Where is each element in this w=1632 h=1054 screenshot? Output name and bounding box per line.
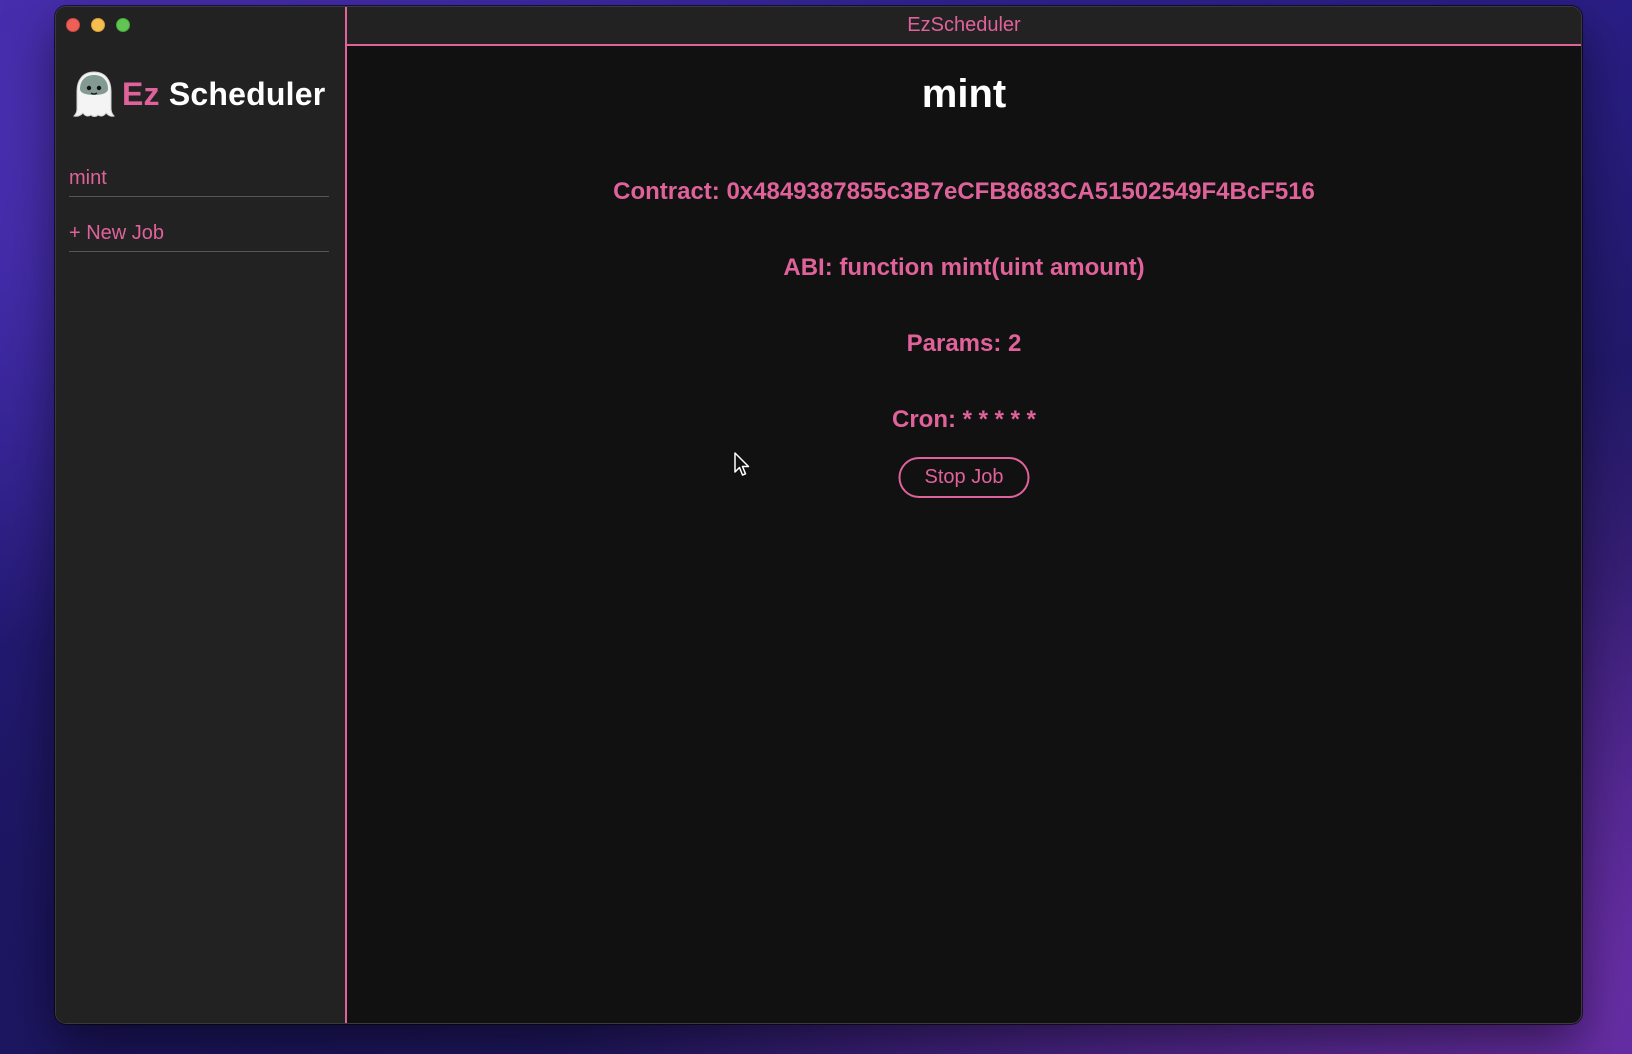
- brand: Ez Scheduler: [72, 69, 325, 119]
- job-list: mint + New Job: [69, 163, 329, 273]
- new-job-link[interactable]: + New Job: [69, 218, 329, 252]
- job-detail-panel: mint Contract: 0x4849387855c3B7eCFB8683C…: [347, 46, 1581, 1023]
- sidebar-item-mint[interactable]: mint: [69, 163, 329, 197]
- zoom-window-button[interactable]: [116, 18, 130, 32]
- window-controls: [66, 18, 130, 32]
- stop-job-button[interactable]: Stop Job: [898, 457, 1030, 498]
- job-title: mint: [921, 72, 1007, 116]
- brand-prefix: Ez: [122, 75, 160, 112]
- brand-suffix: Scheduler: [168, 75, 326, 112]
- title-bar: EzScheduler: [347, 7, 1581, 46]
- abi-signature: ABI: function mint(uint amount): [783, 254, 1145, 281]
- close-window-button[interactable]: [66, 18, 80, 32]
- desktop-background: Ez Scheduler mint + New Job EzScheduler …: [0, 0, 1632, 1054]
- app-window: Ez Scheduler mint + New Job EzScheduler …: [55, 6, 1582, 1024]
- cron-expression: Cron: * * * * *: [891, 406, 1037, 433]
- params-value: Params: 2: [906, 330, 1022, 357]
- app-brand-name: Ez Scheduler: [122, 76, 325, 113]
- sidebar: Ez Scheduler mint + New Job: [56, 7, 347, 1023]
- window-title: EzScheduler: [907, 14, 1021, 36]
- mouse-pointer-icon: [734, 452, 750, 476]
- minimize-window-button[interactable]: [91, 18, 105, 32]
- ghost-logo-icon: [73, 71, 115, 117]
- contract-address: Contract: 0x4849387855c3B7eCFB8683CA5150…: [613, 178, 1315, 205]
